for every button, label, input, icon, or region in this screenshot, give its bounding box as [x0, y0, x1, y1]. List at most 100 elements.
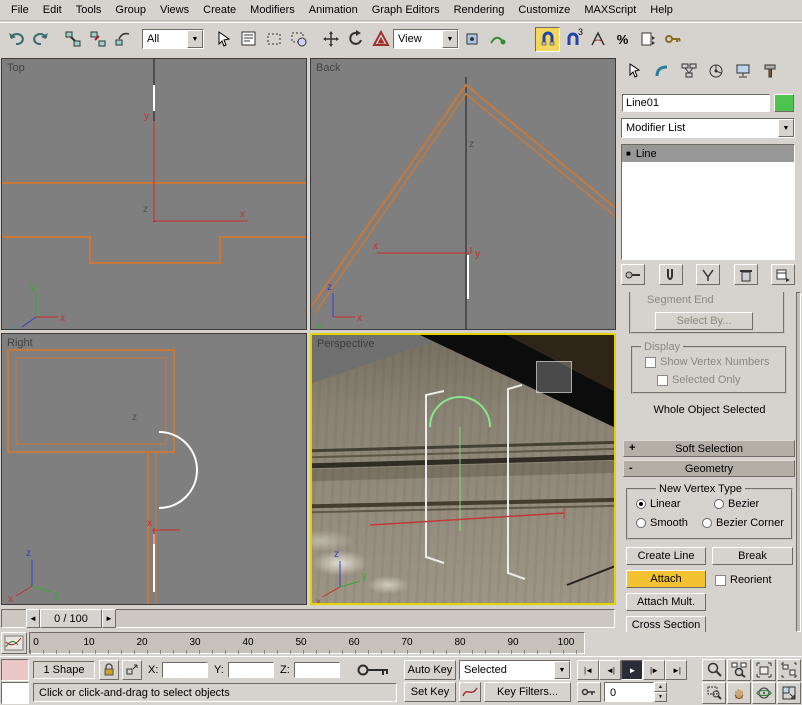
viewport-right[interactable]: Right x z z y x — [1, 333, 307, 605]
y-coord-field[interactable] — [228, 662, 274, 678]
unlink-selection-button[interactable] — [85, 27, 110, 52]
viewport-perspective-label[interactable]: Perspective — [317, 338, 374, 350]
reorient-checkbox[interactable]: Reorient — [715, 574, 772, 586]
tab-modify[interactable] — [648, 59, 675, 83]
viewport-top-label[interactable]: Top — [7, 62, 25, 74]
modifier-list-dropdown[interactable]: Modifier List ▼ — [621, 118, 795, 138]
menu-customize[interactable]: Customize — [511, 1, 577, 19]
attach-button[interactable]: Attach — [626, 570, 706, 588]
snaps-toggle-button[interactable] — [535, 26, 560, 52]
cross-section-button[interactable]: Cross Section — [626, 616, 706, 632]
zoom-extents-all-button[interactable] — [777, 659, 801, 681]
smooth-radio[interactable]: Smooth — [636, 517, 688, 529]
tab-hierarchy[interactable] — [675, 59, 702, 83]
auto-key-button[interactable]: Auto Key — [404, 660, 456, 680]
select-by-button[interactable]: Select By... — [655, 312, 753, 330]
next-frame-button[interactable]: |► — [643, 660, 665, 680]
select-and-link-button[interactable] — [60, 27, 85, 52]
maxscript-macro-pane[interactable] — [1, 659, 29, 681]
menu-animation[interactable]: Animation — [302, 1, 365, 19]
chevron-down-icon[interactable]: ▼ — [778, 119, 794, 137]
chevron-down-icon[interactable]: ▼ — [554, 661, 570, 679]
zoom-button[interactable] — [702, 659, 726, 681]
window-crossing-toggle-button[interactable] — [286, 27, 311, 52]
rectangular-selection-region-button[interactable] — [261, 27, 286, 52]
selected-only-checkbox[interactable]: Selected Only — [657, 374, 740, 386]
spinner-down-button[interactable]: ▼ — [654, 692, 667, 702]
checkbox-icon[interactable] — [715, 574, 726, 586]
time-slider-prev-button[interactable]: ◄ — [26, 609, 40, 628]
timeline-ruler[interactable]: 0 10 20 30 40 50 60 70 80 90 100 — [29, 632, 586, 654]
configure-modifier-sets-button[interactable] — [771, 264, 795, 285]
remove-modifier-button[interactable] — [733, 264, 758, 285]
radio-icon[interactable] — [714, 499, 724, 509]
radio-icon[interactable] — [636, 518, 646, 528]
time-slider-next-button[interactable]: ► — [102, 609, 116, 628]
show-vertex-numbers-checkbox[interactable]: Show Vertex Numbers — [645, 356, 769, 368]
spinner-snap-button[interactable] — [635, 27, 660, 52]
percent-snap-button[interactable]: % — [610, 27, 635, 52]
menu-graph-editors[interactable]: Graph Editors — [365, 1, 447, 19]
absolute-offset-toggle[interactable] — [122, 660, 142, 680]
keyboard-shortcut-override-toggle[interactable] — [352, 660, 396, 680]
time-slider-track[interactable]: ◄ 0 / 100 ► — [0, 607, 616, 630]
bezier-radio[interactable]: Bezier — [714, 498, 759, 510]
radio-icon[interactable] — [702, 518, 712, 528]
maxscript-listener-pane[interactable] — [1, 682, 29, 704]
spinner-up-button[interactable]: ▲ — [654, 682, 667, 692]
pin-stack-button[interactable] — [621, 264, 645, 285]
selection-filter-dropdown[interactable]: All ▼ — [142, 29, 204, 49]
select-and-manipulate-button[interactable] — [484, 27, 509, 52]
menu-group[interactable]: Group — [108, 1, 153, 19]
tab-display[interactable] — [729, 59, 756, 83]
redo-button[interactable] — [28, 27, 53, 52]
tab-create[interactable] — [621, 59, 648, 83]
region-zoom-button[interactable] — [702, 682, 726, 704]
select-and-rotate-button[interactable] — [343, 27, 368, 52]
object-name-field[interactable]: Line01 — [622, 94, 770, 112]
key-mode-dropdown[interactable]: Selected ▼ — [459, 660, 571, 680]
menu-rendering[interactable]: Rendering — [447, 1, 512, 19]
modifier-stack-item-line[interactable]: ■ Line — [622, 145, 794, 162]
goto-start-button[interactable]: |◄ — [577, 660, 599, 680]
viewport-top[interactable]: Top y x z y x z — [1, 58, 307, 330]
selection-lock-button[interactable] — [99, 660, 119, 680]
current-frame-field[interactable]: 0 — [604, 682, 654, 702]
select-object-button[interactable] — [211, 27, 236, 52]
menu-edit[interactable]: Edit — [36, 1, 69, 19]
zoom-extents-button[interactable] — [752, 659, 776, 681]
checkbox-icon[interactable] — [645, 356, 656, 368]
key-filters-button[interactable]: Key Filters... — [484, 682, 571, 702]
zoom-all-button[interactable] — [727, 659, 751, 681]
key-mode-toggle-button[interactable] — [577, 682, 601, 702]
make-unique-button[interactable] — [696, 264, 720, 285]
select-by-name-button[interactable] — [236, 27, 261, 52]
x-coord-field[interactable] — [162, 662, 208, 678]
select-and-scale-button[interactable] — [368, 27, 393, 52]
time-slider-thumb[interactable]: 0 / 100 — [40, 609, 102, 628]
goto-end-button[interactable]: ►| — [665, 660, 687, 680]
angle-snap-button[interactable] — [585, 27, 610, 52]
bezier-corner-radio[interactable]: Bezier Corner — [702, 517, 784, 529]
snap-3d-button[interactable]: 3 — [560, 27, 585, 52]
break-button[interactable]: Break — [712, 547, 793, 565]
menu-file[interactable]: File — [4, 1, 36, 19]
select-and-move-button[interactable] — [318, 27, 343, 52]
menu-views[interactable]: Views — [153, 1, 196, 19]
play-button[interactable]: ► — [621, 660, 643, 680]
viewport-back[interactable]: Back x y z z x y — [310, 58, 616, 330]
chevron-down-icon[interactable]: ▼ — [442, 30, 458, 48]
create-line-button[interactable]: Create Line — [626, 547, 706, 565]
tab-utilities[interactable] — [756, 59, 783, 83]
bind-to-space-warp-button[interactable] — [110, 27, 135, 52]
arc-rotate-button[interactable] — [752, 682, 776, 704]
radio-icon[interactable] — [636, 499, 646, 509]
menu-maxscript[interactable]: MAXScript — [577, 1, 643, 19]
tab-motion[interactable] — [702, 59, 729, 83]
undo-button[interactable] — [3, 27, 28, 52]
menu-tools[interactable]: Tools — [69, 1, 109, 19]
viewport-back-label[interactable]: Back — [316, 62, 340, 74]
reference-coordinate-dropdown[interactable]: View ▼ — [393, 29, 459, 49]
attach-mult-button[interactable]: Attach Mult. — [626, 593, 706, 611]
checkbox-icon[interactable] — [657, 374, 668, 386]
